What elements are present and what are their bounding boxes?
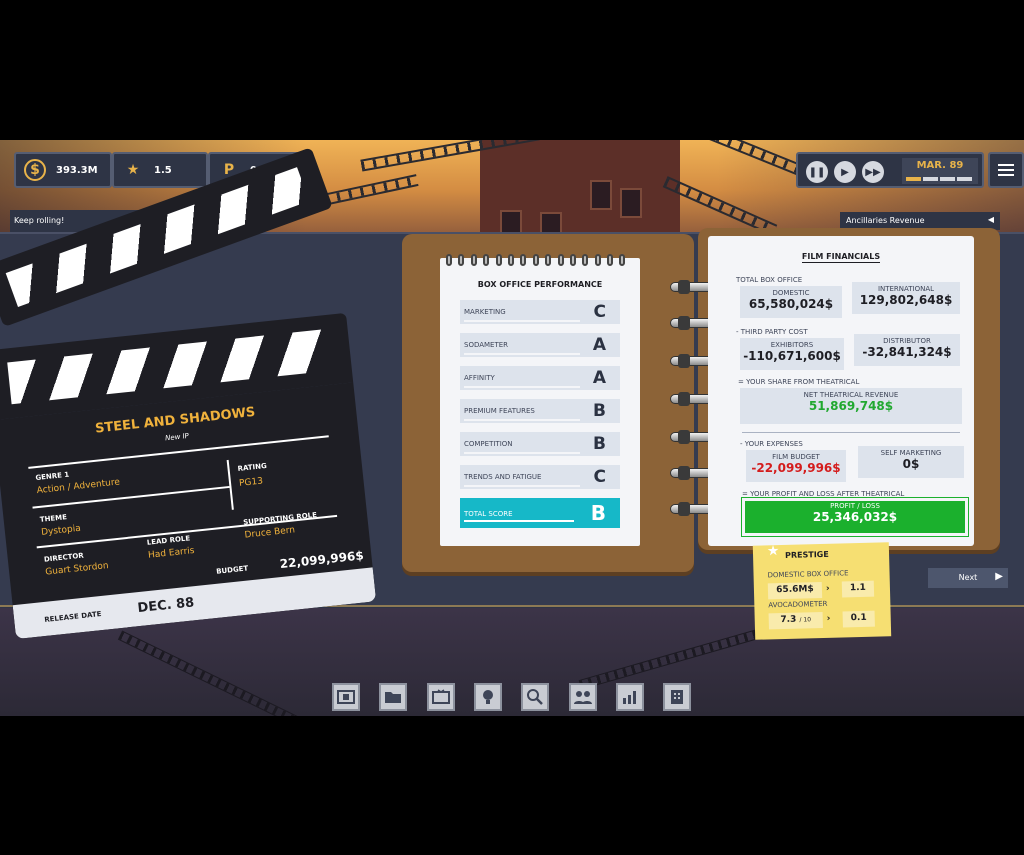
grade-value: A	[592, 368, 606, 388]
grade-value: B	[593, 401, 606, 421]
domestic-box: DOMESTIC 65,580,024$	[740, 286, 842, 318]
financials-title: FILM FINANCIALS	[801, 252, 881, 263]
budget-value: 22,099,996$	[279, 548, 365, 572]
chevron-right-icon: ›	[825, 583, 830, 594]
chevron-right-icon: ›	[826, 613, 831, 624]
chevron-right-icon: ▶	[995, 571, 1003, 582]
clapper-slate: STEEL AND SHADOWS New IP GENRE 1 Action …	[0, 382, 377, 640]
fast-forward-icon[interactable]: ▶▶	[862, 161, 884, 183]
game-viewport: $ 393.3M ★ 1.5 P 0 ❚❚ ▶ ▶▶ MAR. 89 Keep …	[0, 140, 1024, 716]
grade-row-total-score: TOTAL SCORE B	[460, 498, 620, 528]
director-value: Guart Stordon	[44, 561, 110, 578]
menu-icon[interactable]	[988, 152, 1024, 188]
self-marketing-value: 0$	[902, 457, 920, 471]
net-theatrical-value: 51,869,748$	[808, 399, 894, 413]
lead-role-value: Had Earris	[147, 545, 195, 561]
star-icon: ★	[126, 162, 140, 178]
grade-value: A	[592, 335, 606, 355]
avocadometer-value: 7.3 / 10	[768, 611, 823, 630]
lightbulb-icon[interactable]	[474, 683, 502, 711]
grade-row-premium-features: PREMIUM FEATURES B	[460, 399, 620, 423]
clapperboard: STEEL AND SHADOWS New IP GENRE 1 Action …	[0, 311, 394, 640]
distributor-box: DISTRIBUTOR -32,841,324$	[854, 334, 960, 366]
collapse-arrow-icon[interactable]: ◀	[988, 215, 994, 224]
box-office-performance-pad: BOX OFFICE PERFORMANCE MARKETING C SODAM…	[440, 254, 640, 546]
chart-icon[interactable]	[616, 683, 644, 711]
net-theatrical-box: NET THEATRICAL REVENUE 51,869,748$	[740, 388, 962, 424]
international-value: 129,802,648$	[859, 293, 953, 307]
prestige-domestic-mult: 1.1	[841, 580, 875, 598]
date-progress	[906, 177, 972, 181]
film-financials-pad: FILM FINANCIALS TOTAL BOX OFFICE DOMESTI…	[708, 236, 974, 546]
time-controls: ❚❚ ▶ ▶▶ MAR. 89	[796, 152, 984, 188]
domestic-value: 65,580,024$	[748, 297, 834, 311]
distributor-value: -32,841,324$	[862, 345, 952, 359]
people-icon[interactable]	[569, 683, 597, 711]
grade-row-sodameter: SODAMETER A	[460, 333, 620, 357]
game-date: MAR. 89	[902, 158, 978, 184]
international-box: INTERNATIONAL 129,802,648$	[852, 282, 960, 314]
star-icon: ★	[766, 543, 780, 560]
rating-value: PG13	[238, 476, 264, 489]
tv-icon[interactable]	[427, 683, 455, 711]
play-icon[interactable]: ▶	[834, 161, 856, 183]
next-button[interactable]: Next ▶	[928, 568, 1008, 588]
profit-loss-box: PROFIT / LOSS 25,346,032$	[741, 497, 969, 537]
exhibitors-box: EXHIBITORS -110,671,600$	[740, 338, 844, 370]
stars-counter[interactable]: ★ 1.5	[112, 152, 208, 188]
grade-row-trends-and-fatigue: TRENDS AND FATIGUE C	[460, 465, 620, 489]
film-icon[interactable]	[332, 683, 360, 711]
grade-value: C	[593, 302, 606, 322]
building-icon[interactable]	[663, 683, 691, 711]
release-date-value: DEC. 88	[136, 595, 195, 617]
supporting-role-value: Druce Bern	[244, 525, 296, 541]
prestige-note: ★ PRESTIGE DOMESTIC BOX OFFICE 65.6M$ › …	[752, 542, 892, 640]
search-icon[interactable]	[521, 683, 549, 711]
grade-row-affinity: AFFINITY A	[460, 366, 620, 390]
film-budget-value: -22,099,996$	[751, 461, 841, 475]
folder-icon[interactable]	[379, 683, 407, 711]
box-office-title: BOX OFFICE PERFORMANCE	[477, 280, 603, 289]
money-counter[interactable]: $ 393.3M	[14, 152, 112, 188]
grade-value: C	[593, 467, 606, 487]
pause-icon[interactable]: ❚❚	[806, 161, 828, 183]
pad-rings	[446, 254, 626, 266]
grade-row-marketing: MARKETING C	[460, 300, 620, 324]
prestige-title: PRESTIGE	[784, 549, 829, 560]
total-grade-value: B	[590, 501, 606, 525]
theme-value: Dystopia	[40, 523, 82, 538]
grade-value: B	[593, 434, 606, 454]
film-budget-box: FILM BUDGET -22,099,996$	[746, 450, 846, 482]
avocadometer-mult: 0.1	[842, 610, 875, 628]
prestige-domestic-value: 65.6M$	[767, 582, 823, 600]
money-icon: $	[24, 159, 46, 181]
self-marketing-box: SELF MARKETING 0$	[858, 446, 964, 478]
profit-loss-value: 25,346,032$	[812, 510, 898, 524]
grade-row-competition: COMPETITION B	[460, 432, 620, 456]
exhibitors-value: -110,671,600$	[743, 349, 841, 363]
